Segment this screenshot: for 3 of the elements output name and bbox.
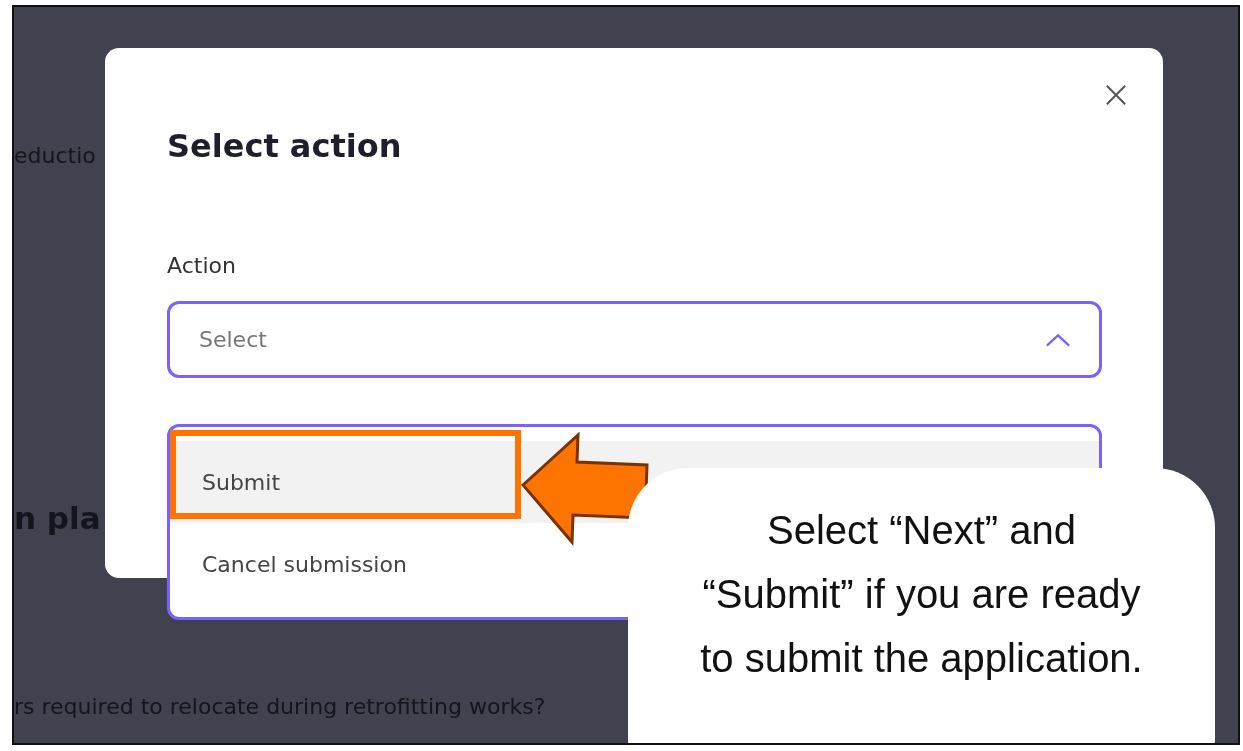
modal-title: Select action <box>167 126 402 166</box>
callout-text: Select “Next” and “Submit” if you are ready to submit the application. <box>699 507 1144 682</box>
field-label: Action <box>167 254 237 278</box>
